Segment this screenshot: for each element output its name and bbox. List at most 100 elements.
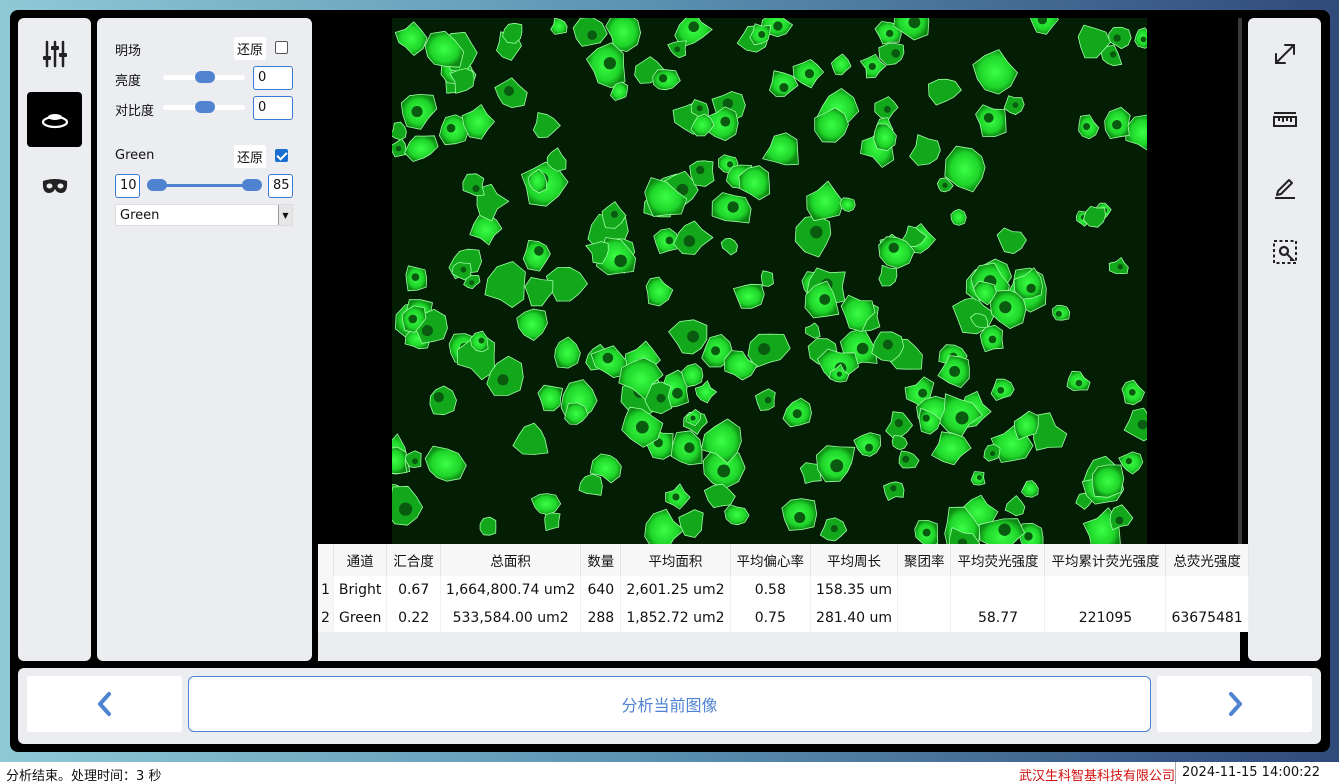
cell-nucleus	[990, 450, 996, 457]
cell-nucleus	[674, 46, 681, 53]
green-range-min-handle[interactable]	[147, 179, 167, 191]
table-row[interactable]: 2 Green 0.22 533,584.00 um2 288 1,852.72…	[318, 604, 1249, 632]
brightness-input[interactable]: 0	[253, 66, 293, 90]
cell-nucleus	[1140, 36, 1147, 43]
brightfield-label: 明场	[115, 44, 142, 59]
cell-nucleus	[412, 458, 418, 465]
cell-nucleus	[891, 49, 901, 58]
cell-nucleus	[865, 443, 874, 452]
table-row[interactable]: 1 Bright 0.67 1,664,800.74 um2 640 2,601…	[318, 576, 1249, 604]
column-header[interactable]: 数量	[580, 544, 622, 576]
column-header[interactable]: 平均荧光强度	[950, 544, 1046, 576]
column-header[interactable]: 总面积	[440, 544, 582, 576]
cell-nucleus	[779, 83, 789, 93]
cell-nucleus	[983, 112, 994, 123]
cell-nucleus	[922, 528, 931, 537]
column-header[interactable]: 汇合度	[386, 544, 441, 576]
cell-nucleus	[503, 86, 514, 96]
next-image-button[interactable]	[1157, 676, 1312, 732]
cell-nucleus	[949, 365, 961, 377]
cell-nucleus	[1113, 34, 1121, 42]
green-checkbox[interactable]	[275, 149, 288, 162]
cell-nucleus	[836, 371, 842, 377]
table-cell: 0.67	[386, 576, 441, 604]
cell-nucleus	[888, 242, 899, 253]
cell-nucleus	[408, 314, 418, 324]
draw-button[interactable]	[1257, 158, 1312, 213]
row-number-header	[318, 544, 334, 576]
cell-nucleus	[399, 502, 413, 516]
cell-nucleus	[687, 330, 699, 343]
chevron-down-icon: ▼	[278, 205, 292, 225]
column-header[interactable]: 平均周长	[810, 544, 898, 576]
adjust-tool-button[interactable]	[27, 26, 82, 81]
column-header[interactable]: 平均偏心率	[730, 544, 812, 576]
column-header[interactable]: 平均累计荧光强度	[1044, 544, 1167, 576]
cell-nucleus	[672, 387, 683, 399]
table-cell: 158.35 um	[810, 576, 898, 604]
viewer-scrollbar[interactable]	[1238, 18, 1242, 544]
previous-image-button[interactable]	[27, 676, 182, 732]
brightness-label: 亮度	[115, 74, 142, 89]
cell-nucleus	[1115, 516, 1124, 525]
brightfield-restore-button[interactable]: 还原	[234, 37, 267, 60]
cell-nucleus	[720, 116, 731, 127]
contrast-slider-handle[interactable]	[195, 101, 215, 113]
cell-nucleus	[764, 396, 772, 404]
ruler-button[interactable]	[1257, 92, 1312, 147]
table-cell: Green	[333, 604, 388, 632]
table-cell: 0.75	[730, 604, 812, 632]
table-cell	[1165, 576, 1249, 604]
contrast-input[interactable]: 0	[253, 96, 293, 120]
green-color-select[interactable]: Green ▼	[115, 204, 293, 226]
table-cell: 58.77	[950, 604, 1046, 632]
cell-nucleus	[1083, 122, 1091, 131]
cell-nucleus	[656, 393, 666, 403]
cell-nucleus	[411, 105, 423, 118]
table-cell: 0.22	[386, 604, 441, 632]
green-min-input[interactable]: 10	[115, 174, 140, 198]
green-max-input[interactable]: 85	[268, 174, 293, 198]
cell-nucleus	[890, 485, 897, 492]
table-cell: 640	[580, 576, 622, 604]
roi-select-button[interactable]	[1257, 224, 1312, 279]
ruler-icon	[1272, 111, 1297, 127]
cell-nucleus	[727, 201, 739, 213]
fluorescence-image	[392, 18, 1147, 544]
expand-button[interactable]	[1257, 26, 1312, 81]
column-header[interactable]: 聚团率	[897, 544, 952, 576]
cell-outline	[392, 446, 408, 475]
analyze-current-image-button[interactable]: 分析当前图像	[188, 676, 1151, 732]
contrast-label: 对比度	[115, 104, 155, 119]
brightness-slider-handle[interactable]	[195, 71, 215, 83]
brightfield-checkbox[interactable]	[275, 41, 288, 54]
table-cell	[897, 576, 952, 604]
green-color-select-value: Green	[120, 208, 160, 223]
cell-nucleus	[819, 294, 831, 305]
cell-nucleus	[976, 475, 982, 481]
column-header[interactable]: 通道	[333, 544, 388, 576]
cell-nucleus	[690, 415, 696, 421]
channel-tool-button[interactable]	[27, 92, 82, 147]
channel-controls-panel: 明场 还原 亮度 0 对比度 0 Green 还原 10 85 Green ▼	[97, 18, 312, 661]
fluorescence-image-viewer[interactable]	[392, 18, 1147, 544]
table-cell: 281.40 um	[810, 604, 898, 632]
green-range-max-handle[interactable]	[242, 179, 262, 191]
cell-nucleus	[804, 69, 815, 79]
cell-nucleus	[902, 455, 910, 463]
green-restore-button[interactable]: 还原	[234, 145, 267, 168]
mask-tool-button[interactable]	[27, 158, 82, 213]
cell-nucleus	[1137, 419, 1147, 430]
cell-nucleus	[1026, 283, 1036, 294]
table-cell: Bright	[333, 576, 388, 604]
cell-nucleus	[999, 301, 1012, 314]
chevron-right-icon	[1228, 692, 1242, 716]
cell-outline	[479, 516, 497, 536]
column-header[interactable]: 平均面积	[620, 544, 731, 576]
cell-nucleus	[868, 62, 876, 71]
column-header[interactable]: 总荧光强度	[1165, 544, 1249, 576]
cell-nucleus	[1024, 532, 1033, 541]
table-cell: 1,852.72 um2	[620, 604, 731, 632]
cell-outline	[1091, 464, 1125, 498]
chevron-left-icon	[97, 692, 111, 716]
